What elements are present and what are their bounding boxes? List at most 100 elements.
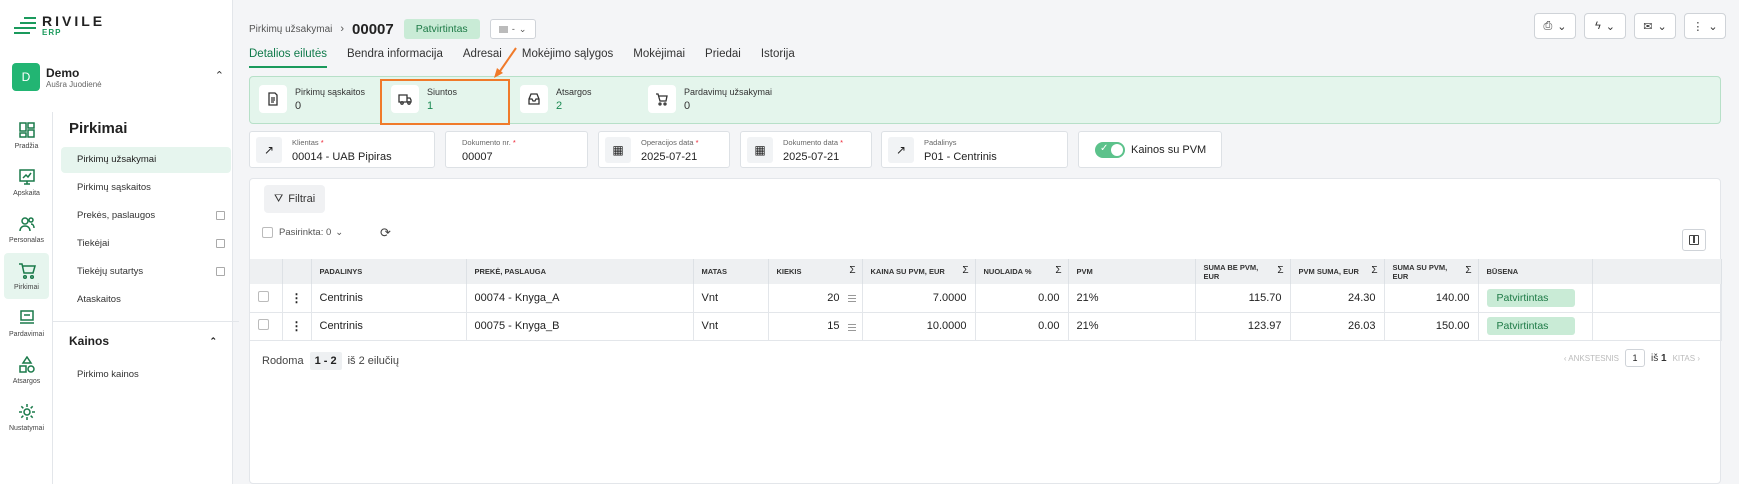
header-busena[interactable]: Būsena — [1478, 259, 1593, 284]
nav-section-label: Kainos — [69, 334, 110, 348]
tab-mokejimo-salygos[interactable]: Mokėjimo sąlygos — [522, 46, 613, 68]
external-link-icon: ↗ — [888, 137, 914, 163]
nav-item-tiekeju-sutartys[interactable]: Tiekėjų sutartys — [61, 259, 231, 285]
header-kiekis[interactable]: Kiekis Σ — [768, 259, 863, 284]
rail-label: Apskaita — [13, 189, 40, 197]
header-suma-su-pvm[interactable]: Suma su PVM, EUR Σ — [1384, 259, 1479, 284]
rail-item-pirkimai[interactable]: Pirkimai — [4, 253, 49, 299]
client-field[interactable]: ↗ Klientas * 00014 - UAB Pipiras — [249, 131, 435, 168]
tab-priedai[interactable]: Priedai — [705, 46, 741, 68]
org-switcher[interactable]: D Demo Aušra Juodienė ⌃ — [12, 62, 230, 92]
operation-date-field[interactable]: ▦ Operacijos data * 2025-07-21 — [598, 131, 730, 168]
summary-value[interactable]: 2 — [556, 100, 592, 112]
sum-icon[interactable]: Σ — [1371, 266, 1377, 276]
header-kaina[interactable]: Kaina su PVM, EUR Σ — [862, 259, 976, 284]
rail-item-pradzia[interactable]: Pradžia — [4, 112, 49, 158]
doc-number-field[interactable]: Dokumento nr. * 00007 — [445, 131, 588, 168]
pager-of: iš 1 — [1651, 353, 1667, 364]
rail-item-apskaita[interactable]: Apskaita — [4, 159, 49, 205]
tab-istorija[interactable]: Istorija — [761, 46, 795, 68]
header-nuolaida[interactable]: Nuolaida % Σ — [975, 259, 1069, 284]
nav-item-pirkimu-uzsakymai[interactable]: Pirkimų užsakymai — [61, 147, 231, 173]
filters-button[interactable]: ⛛ Filtrai — [264, 185, 326, 213]
cell-busena: Patvirtintas — [1478, 284, 1593, 313]
filters-label: Filtrai — [288, 193, 316, 205]
row-checkbox[interactable] — [258, 290, 269, 302]
tab-bendra-informacija[interactable]: Bendra informacija — [347, 46, 443, 68]
kebab-icon[interactable]: ⋮ — [291, 319, 303, 333]
nav-title: Pirkimai — [69, 120, 128, 137]
select-all-checkbox[interactable] — [262, 227, 273, 238]
nav-item-prekes-paslaugos[interactable]: Prekės, paslaugos — [61, 203, 231, 229]
lines-card: ⛛ Filtrai Pasirinkta: 0 ⌄ ⟳ Padalinys Pre… — [249, 178, 1722, 484]
square-icon — [498, 25, 508, 33]
summary-pirkimu-saskaitos[interactable]: Pirkimų sąskaitos 0 — [259, 85, 365, 113]
email-button[interactable]: ✉ ⌄ — [1634, 13, 1676, 39]
field-label: Dokumento nr. * — [462, 138, 516, 147]
highlight-box — [380, 79, 510, 125]
columns-toggle-button[interactable] — [1682, 229, 1706, 251]
sum-icon[interactable]: Σ — [1465, 266, 1471, 276]
prices-with-vat-toggle[interactable]: ✓ Kainos su PVM — [1078, 131, 1222, 168]
toggle-switch[interactable]: ✓ — [1095, 141, 1125, 158]
rail-item-nustatymai[interactable]: Nustatymai — [4, 394, 49, 440]
sum-icon[interactable]: Σ — [849, 266, 855, 276]
table-row[interactable]: ⋮ Centrinis 00074 - Knyga_A Vnt 20 7.000… — [250, 284, 1722, 313]
sum-icon[interactable]: Σ — [1277, 266, 1283, 276]
cell-padalinys: Centrinis — [311, 312, 467, 341]
more-button[interactable]: ⋮ ⌄ — [1684, 13, 1726, 39]
breadcrumb-link[interactable]: Pirkimų užsakymai — [249, 24, 332, 35]
status-dropdown[interactable]: - ⌄ — [489, 19, 536, 39]
print-button[interactable]: ⎙ ⌄ — [1534, 13, 1576, 39]
department-field[interactable]: ↗ Padalinys P01 - Centrinis — [881, 131, 1068, 168]
selection-bar[interactable]: Pasirinkta: 0 ⌄ — [262, 227, 343, 238]
rail-item-personalas[interactable]: Personalas — [4, 206, 49, 252]
cell-kaina: 7.0000 — [862, 284, 976, 313]
cell-preke: 00074 - Knyga_A — [466, 284, 694, 313]
rail-item-pardavimai[interactable]: Pardavimai — [4, 300, 49, 346]
nav-item-pirkimu-saskaitos[interactable]: Pirkimų sąskaitos — [61, 175, 231, 201]
external-link-icon — [216, 211, 225, 220]
logo[interactable]: RIVILE ERP — [14, 14, 105, 37]
header-pvm[interactable]: PVM — [1068, 259, 1196, 284]
row-checkbox[interactable] — [258, 319, 269, 330]
page-input[interactable]: 1 — [1624, 349, 1645, 367]
sum-icon[interactable]: Σ — [962, 266, 968, 276]
nav-section-kainos[interactable]: Kainos ⌃ — [69, 334, 231, 348]
tab-detalios-eilutes[interactable]: Detalios eilutės — [249, 46, 327, 68]
header-suma-be-pvm[interactable]: Suma be PVM, EUR Σ — [1195, 259, 1291, 284]
kebab-icon[interactable]: ⋮ — [291, 291, 303, 305]
prev-page-button[interactable]: ‹ ANKSTESNIS — [1564, 354, 1619, 363]
document-icon — [259, 85, 287, 113]
dashboard-icon — [18, 121, 35, 138]
nav-item-ataskaitos[interactable]: Ataskaitos — [61, 287, 231, 313]
rail-label: Pradžia — [14, 142, 39, 150]
header-padalinys[interactable]: Padalinys — [311, 259, 467, 284]
lightning-icon: ϟ — [1594, 20, 1601, 32]
summary-atsargos[interactable]: Atsargos 2 — [520, 85, 592, 113]
rail-item-atsargos[interactable]: Atsargos — [4, 347, 49, 393]
summary-pardavimu-uzsakymai[interactable]: Pardavimų užsakymai 0 — [648, 85, 772, 113]
list-icon[interactable] — [847, 322, 856, 333]
header-preke[interactable]: Prekė, paslauga — [466, 259, 694, 284]
next-page-button[interactable]: KITAS › — [1673, 354, 1700, 363]
header-pvm-suma[interactable]: PVM suma, EUR Σ — [1290, 259, 1385, 284]
field-value: 00014 - UAB Pipiras — [292, 151, 392, 163]
cell-kaina: 10.0000 — [862, 312, 976, 341]
table-row[interactable]: ⋮ Centrinis 00075 - Knyga_B Vnt 15 10.00… — [250, 312, 1722, 341]
chevron-down-icon: ⌄ — [335, 227, 344, 238]
tab-mokejimai[interactable]: Mokėjimai — [633, 46, 685, 68]
refresh-icon[interactable]: ⟳ — [380, 225, 391, 241]
list-icon[interactable] — [847, 293, 856, 304]
nav-item-tiekejai[interactable]: Tiekėjai — [61, 231, 231, 257]
nav-item-pirkimo-kainos[interactable]: Pirkimo kainos — [61, 362, 231, 388]
document-date-field[interactable]: ▦ Dokumento data * 2025-07-21 — [740, 131, 872, 168]
module-rail: Pradžia Apskaita Personalas Pirkimai Par… — [0, 112, 53, 484]
chart-icon — [18, 168, 35, 185]
pager-of-label: iš — [1650, 352, 1659, 364]
people-icon — [18, 216, 35, 231]
table-header-row: Padalinys Prekė, paslauga Matas Kiekis Σ … — [250, 259, 1722, 284]
sum-icon[interactable]: Σ — [1055, 266, 1061, 276]
header-matas[interactable]: Matas — [693, 259, 769, 284]
actions-button[interactable]: ϟ ⌄ — [1584, 13, 1626, 39]
